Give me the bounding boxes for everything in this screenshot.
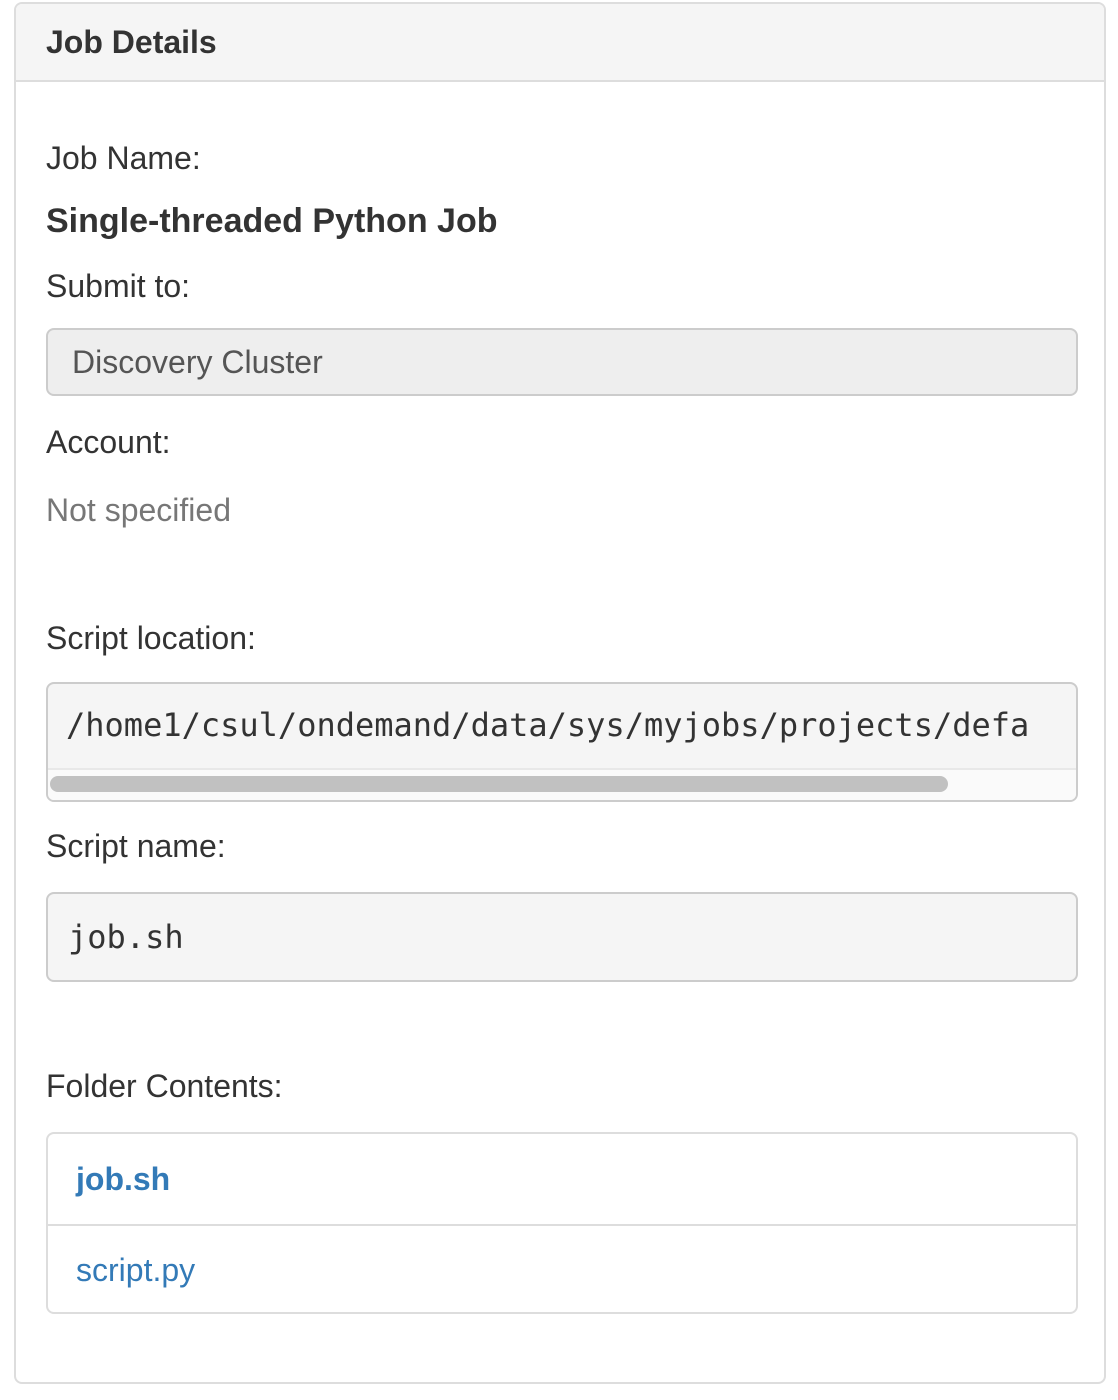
folder-contents-list: job.sh script.py <box>46 1132 1078 1314</box>
submit-to-label: Submit to: <box>46 268 191 304</box>
submit-to-value: Discovery Cluster <box>72 343 323 380</box>
script-name-box: job.sh <box>46 892 1078 982</box>
script-location-value: /home1/csul/ondemand/data/sys/myjobs/pro… <box>66 706 1030 744</box>
file-link-script-py[interactable]: script.py <box>48 1224 1076 1314</box>
script-name-value: job.sh <box>68 918 184 956</box>
script-name-label: Script name: <box>46 828 226 864</box>
job-name-label: Job Name: <box>46 140 201 176</box>
script-location-box: /home1/csul/ondemand/data/sys/myjobs/pro… <box>46 682 1078 802</box>
submit-to-select[interactable]: Discovery Cluster <box>46 328 1078 396</box>
folder-contents-label: Folder Contents: <box>46 1068 283 1104</box>
job-details-panel: Job Details Job Name: Single-threaded Py… <box>14 2 1106 1384</box>
script-location-label: Script location: <box>46 620 256 656</box>
file-link-job-sh[interactable]: job.sh <box>48 1134 1076 1224</box>
horizontal-scrollbar[interactable] <box>48 768 1076 800</box>
scrollbar-thumb[interactable] <box>50 776 948 792</box>
panel-title: Job Details <box>16 4 1104 82</box>
job-name-value: Single-threaded Python Job <box>46 202 498 240</box>
account-label: Account: <box>46 424 171 460</box>
account-value: Not specified <box>46 492 231 528</box>
